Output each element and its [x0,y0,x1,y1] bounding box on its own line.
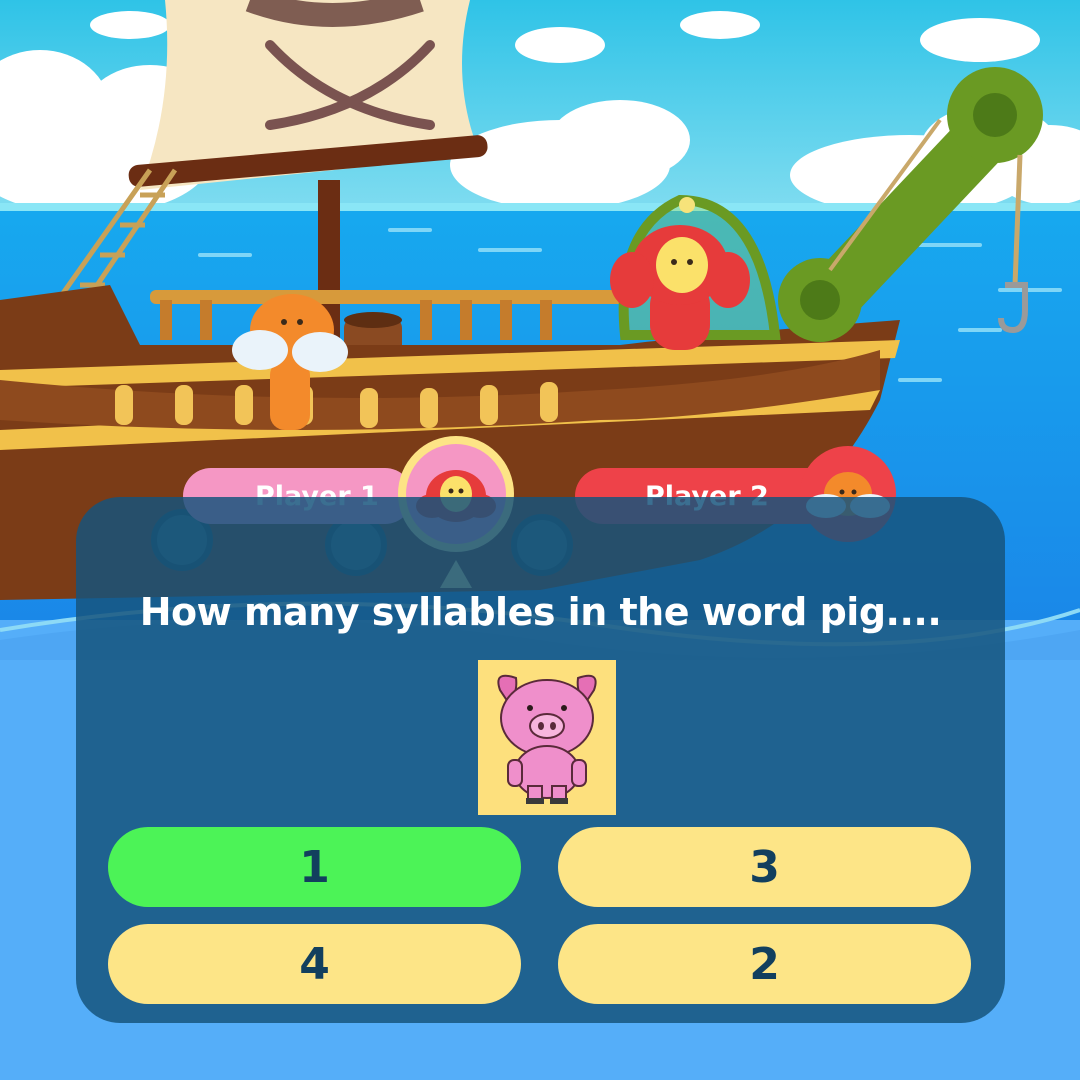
pig-icon [497,674,597,804]
answer-button-3[interactable]: 3 [558,827,971,907]
answer-button-1[interactable]: 1 [108,827,521,907]
question-text: How many syllables in the word pig.... [139,590,942,634]
answer-button-4[interactable]: 4 [108,924,521,1004]
answer-button-2[interactable]: 2 [558,924,971,1004]
question-picture [478,660,616,815]
